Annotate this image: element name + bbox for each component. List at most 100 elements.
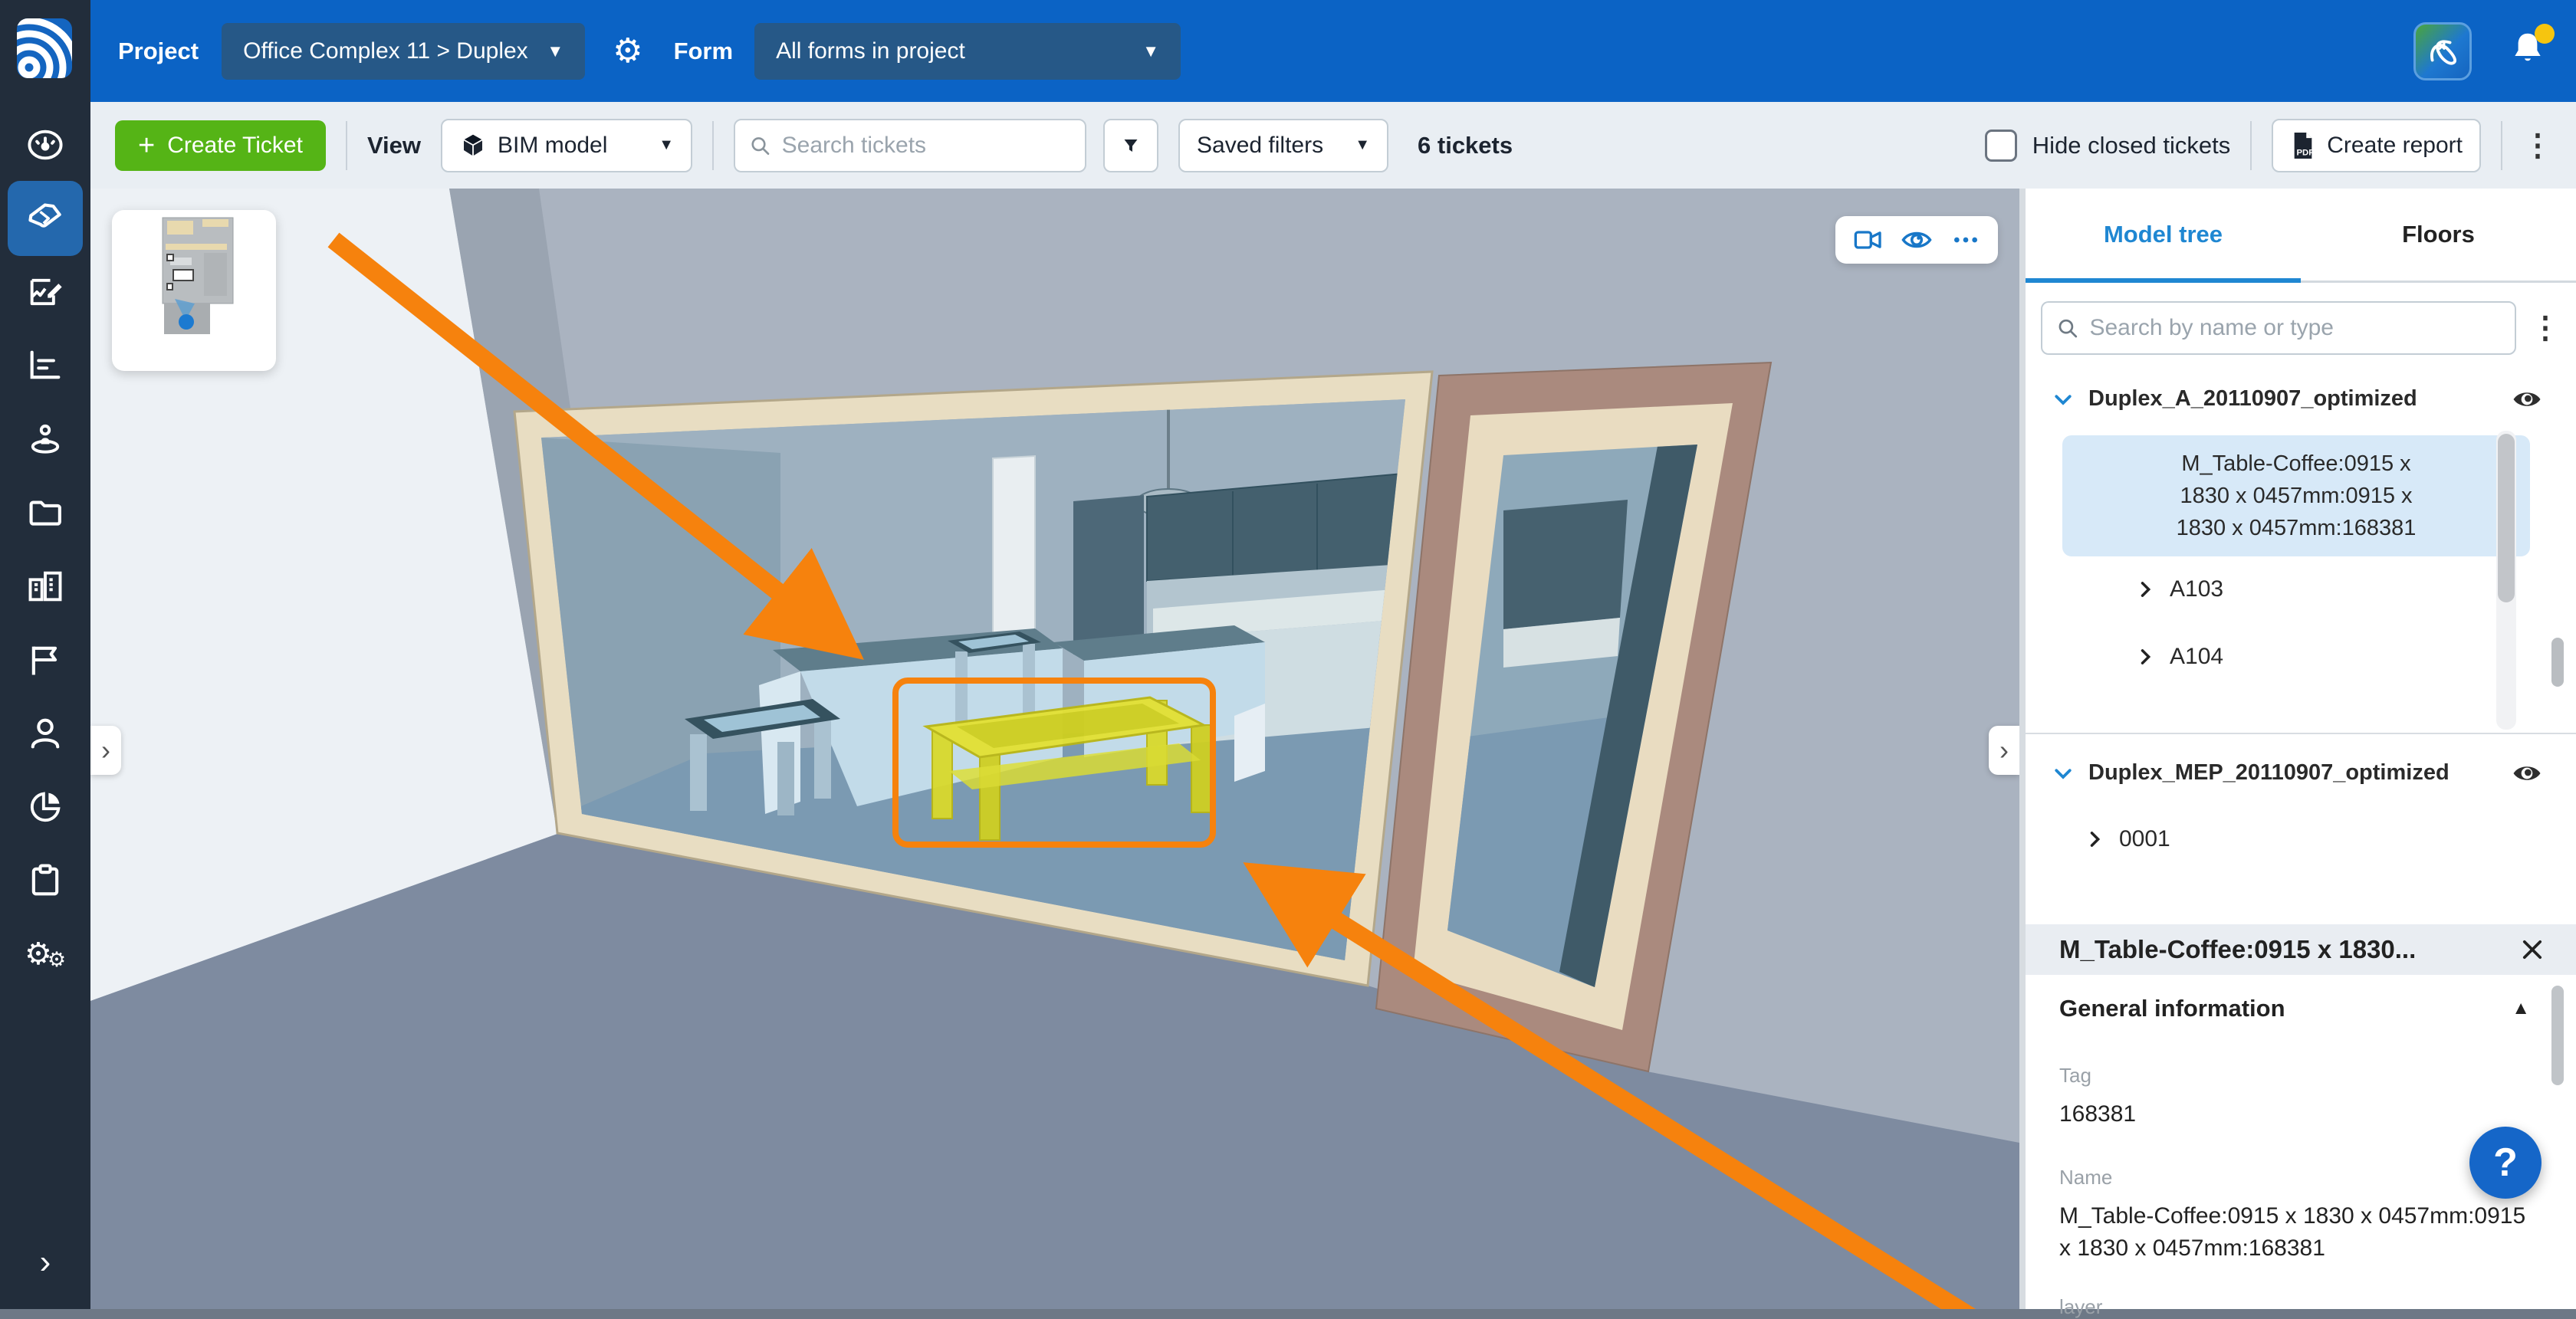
dashboard-icon (25, 125, 65, 165)
sidebar-expand-button[interactable]: › (0, 1243, 90, 1281)
create-report-button[interactable]: PDF Create report (2272, 119, 2481, 172)
help-button[interactable]: ? (2469, 1127, 2542, 1199)
create-ticket-button[interactable]: + Create Ticket (115, 120, 326, 171)
floorplan-mini-map (112, 210, 276, 371)
divider (2026, 733, 2576, 734)
sidebar-item-buildings[interactable] (25, 566, 65, 606)
sidebar-item-tasks[interactable] (25, 861, 65, 901)
tab-floors[interactable]: Floors (2301, 189, 2576, 281)
search-icon (2056, 316, 2078, 340)
model-search[interactable] (2041, 301, 2516, 355)
ticket-count: 6 tickets (1418, 132, 1513, 159)
name-value: M_Table-Coffee:0915 x 1830 x 0457mm:0915… (2059, 1200, 2530, 1265)
tree-node-label: 0001 (2119, 826, 2170, 852)
chevron-down-icon: ▼ (547, 41, 564, 61)
visibility-eye-icon[interactable] (1901, 227, 1933, 253)
collapse-arrow-icon: ▲ (2512, 998, 2530, 1019)
floorplan-thumbnail[interactable] (112, 210, 276, 371)
panel-tabs: Model tree Floors (2026, 189, 2576, 283)
tree-scrollbar-thumb[interactable] (2498, 434, 2515, 602)
tree-node-duplex-a[interactable]: Duplex_A_20110907_optimized (2052, 386, 2417, 412)
sidebar-item-locate[interactable] (25, 419, 65, 459)
tree-node-0001[interactable]: 0001 (2084, 826, 2170, 852)
general-info-section-toggle[interactable]: General information ▲ (2059, 995, 2530, 1022)
view-mode-dropdown[interactable]: BIM model ▼ (441, 119, 692, 172)
sidebar-item-files[interactable] (25, 493, 65, 533)
hide-closed-checkbox[interactable] (1985, 130, 2017, 162)
model-tree: Duplex_A_20110907_optimized M_Table-Coff… (2026, 369, 2576, 924)
sidebar-item-dashboard[interactable] (25, 125, 65, 165)
form-selector[interactable]: All forms in project ▼ (754, 23, 1181, 80)
divider (2501, 121, 2502, 170)
toolbar-more-menu[interactable]: ⋮ (2522, 130, 2553, 161)
sidebar-item-contacts[interactable] (25, 714, 65, 753)
general-info-title: General information (2059, 995, 2512, 1022)
funnel-icon (1122, 133, 1140, 159)
tag-value: 168381 (2059, 1098, 2530, 1130)
chevron-right-icon (2134, 579, 2156, 600)
viewport-more-icon[interactable] (1950, 227, 1981, 253)
tree-node-a103[interactable]: A103 (2134, 576, 2223, 602)
bim-viewport-canvas[interactable] (90, 189, 2019, 1309)
project-label: Project (118, 38, 199, 65)
app-sidebar: ⚙ ⚙ › (0, 0, 90, 1309)
svg-text:PDF: PDF (2297, 148, 2315, 157)
folder-icon (25, 493, 65, 533)
tab-floors-label: Floors (2402, 221, 2475, 248)
sidebar-item-analytics[interactable] (25, 787, 65, 827)
visibility-eye-icon[interactable] (2512, 388, 2542, 411)
saved-filters-dropdown[interactable]: Saved filters ▼ (1178, 119, 1388, 172)
chart-icon (25, 346, 65, 386)
chevron-right-icon (2134, 646, 2156, 668)
saved-filters-label: Saved filters (1197, 133, 1323, 159)
visibility-eye-icon[interactable] (2512, 762, 2542, 785)
selected-node-line2: 1830 x 0457mm:0915 x (2070, 480, 2522, 512)
ticket-search[interactable] (734, 119, 1086, 172)
ticket-search-input[interactable] (780, 132, 1071, 159)
walkthrough-camera-icon[interactable] (1853, 227, 1884, 253)
person-icon (25, 714, 65, 753)
panel-scrollbar-thumb[interactable] (2551, 638, 2564, 687)
viewport-tools (1835, 216, 1998, 264)
notifications-bell[interactable] (2507, 28, 2548, 74)
dalux-logo[interactable] (17, 18, 72, 78)
buildings-icon (25, 566, 65, 606)
twinbim-app-icon[interactable] (2413, 22, 2472, 80)
pdf-file-icon: PDF (2290, 130, 2316, 161)
sidebar-item-tickets[interactable] (25, 199, 65, 238)
document-edit-icon (25, 272, 65, 312)
x-glyph-icon (2425, 34, 2460, 69)
sidebar-item-flags[interactable] (25, 640, 65, 680)
sidebar-item-forms[interactable] (25, 272, 65, 312)
cube-icon (459, 132, 487, 159)
tab-model-tree[interactable]: Model tree (2026, 189, 2301, 281)
right-panel-collapse-handle[interactable]: › (1989, 726, 2019, 775)
tree-node-duplex-mep[interactable]: Duplex_MEP_20110907_optimized (2052, 760, 2450, 786)
notification-badge (2535, 24, 2555, 44)
properties-title: M_Table-Coffee:0915 x 1830... (2059, 935, 2519, 964)
sidebar-item-settings[interactable]: ⚙ ⚙ (25, 934, 65, 974)
close-properties-icon[interactable] (2519, 937, 2545, 963)
model-tree-more-menu[interactable]: ⋮ (2530, 313, 2561, 343)
model-search-input[interactable] (2088, 314, 2501, 342)
tree-node-selected-coffee-table[interactable]: M_Table-Coffee:0915 x 1830 x 0457mm:0915… (2062, 435, 2530, 556)
tag-label: Tag (2059, 1064, 2530, 1088)
tree-node-label: A104 (2170, 644, 2223, 670)
properties-scrollbar-thumb[interactable] (2551, 986, 2564, 1085)
bim-viewport[interactable]: › › 1 selected (90, 189, 2019, 1309)
properties-body: General information ▲ Tag 168381 Name M_… (2059, 995, 2530, 1319)
project-settings-gear-icon[interactable]: ⚙ (613, 31, 642, 71)
filter-button[interactable] (1103, 119, 1158, 172)
hide-closed-label: Hide closed tickets (2032, 132, 2230, 159)
tree-node-label: Duplex_MEP_20110907_optimized (2088, 760, 2450, 786)
left-panel-expand-handle[interactable]: › (90, 726, 121, 775)
tag-icon (25, 199, 65, 238)
tree-node-a104[interactable]: A104 (2134, 644, 2223, 670)
pie-chart-icon (25, 787, 65, 827)
clipboard-icon (25, 861, 65, 901)
selected-node-line1: M_Table-Coffee:0915 x (2070, 448, 2522, 480)
form-label: Form (674, 38, 734, 65)
sidebar-item-progress[interactable] (25, 346, 65, 386)
project-selector[interactable]: Office Complex 11 > Duplex ▼ (222, 23, 585, 80)
create-report-label: Create report (2327, 133, 2463, 159)
